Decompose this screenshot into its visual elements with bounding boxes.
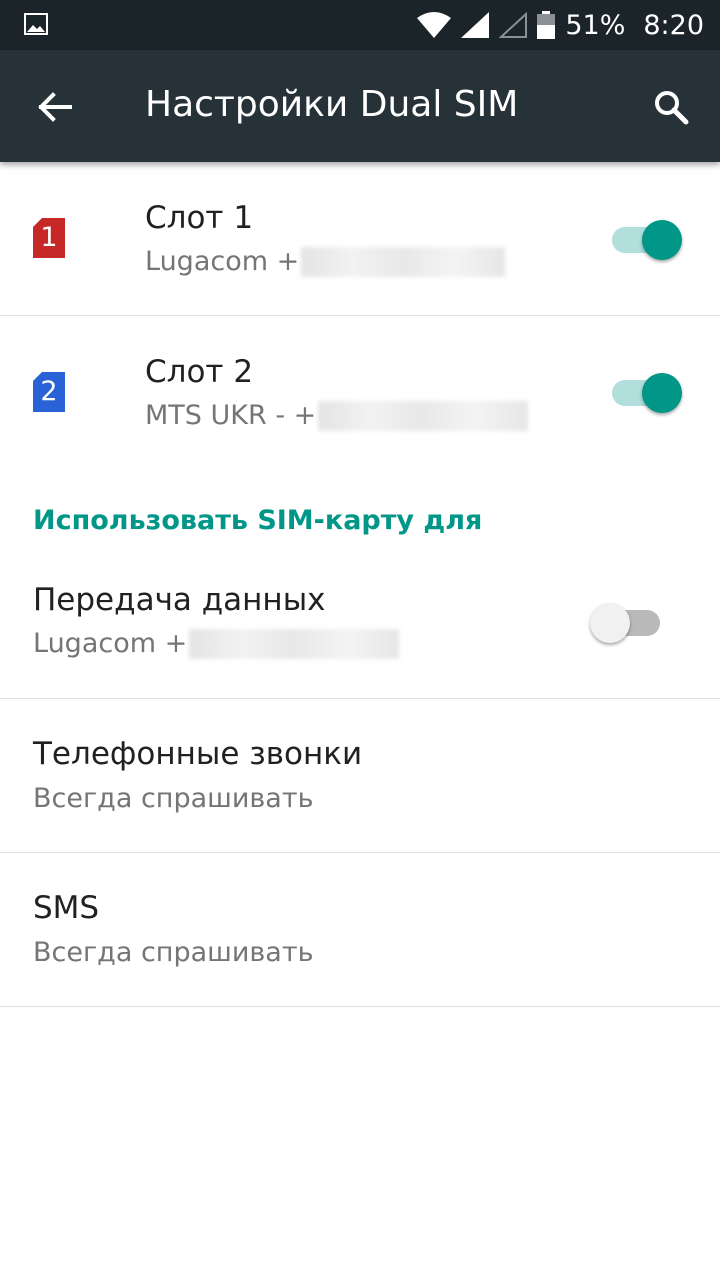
phone-calls-row[interactable]: Телефонные звонки Всегда спрашивать [0, 699, 720, 852]
signal-empty-icon [499, 12, 528, 38]
sim-slot-1-number-text: Lugacom + [145, 246, 300, 277]
sim-card-1-number: 1 [40, 222, 58, 253]
sms-subtitle: Всегда спрашивать [33, 937, 314, 968]
status-bar: 51% 8:20 [0, 0, 720, 50]
phone-calls-title: Телефонные звонки [33, 736, 363, 772]
data-transfer-row[interactable]: Передача данных Lugacom + [0, 560, 720, 698]
sim-slot-2-number-text: MTS UKR - + [145, 400, 317, 431]
sim-slot-1-title: Слот 1 [145, 200, 254, 236]
battery-icon [537, 11, 556, 39]
redacted-phone-number [189, 628, 400, 659]
phone-calls-subtitle: Всегда спрашивать [33, 783, 314, 814]
back-arrow-icon [38, 92, 72, 122]
sim-slot-2-subtitle: MTS UKR - + [145, 400, 529, 431]
back-button[interactable] [30, 82, 80, 132]
sim-slot-2-row[interactable]: 2 Слот 2 MTS UKR - + [0, 316, 720, 470]
sms-row[interactable]: SMS Всегда спрашивать [0, 853, 720, 1006]
search-button[interactable] [646, 82, 696, 132]
sim-slot-1-subtitle: Lugacom + [145, 246, 506, 277]
redacted-phone-number [318, 400, 529, 431]
sim-slot-2-title: Слот 2 [145, 354, 254, 390]
redacted-phone-number [301, 246, 506, 277]
sim-card-1-icon: 1 [33, 218, 65, 258]
section-header: Использовать SIM-карту для [33, 505, 483, 536]
sim-slot-1-switch[interactable] [612, 215, 684, 261]
sim-card-2-number: 2 [40, 376, 58, 407]
sim-slot-1-row[interactable]: 1 Слот 1 Lugacom + [0, 162, 720, 315]
sim-slot-2-switch[interactable] [612, 368, 684, 414]
signal-icon [461, 12, 490, 38]
clock: 8:20 [643, 9, 704, 41]
data-transfer-sim-text: Lugacom + [33, 628, 188, 659]
divider [0, 1006, 720, 1007]
battery-percent: 51% [565, 9, 626, 41]
sms-title: SMS [33, 890, 100, 926]
app-bar: Настройки Dual SIM [0, 50, 720, 162]
data-transfer-title: Передача данных [33, 582, 326, 618]
wifi-icon [417, 12, 452, 38]
search-icon [655, 91, 689, 125]
data-transfer-switch[interactable] [590, 598, 664, 644]
sim-card-2-icon: 2 [33, 372, 65, 412]
page-title: Настройки Dual SIM [145, 84, 519, 125]
data-transfer-subtitle: Lugacom + [33, 628, 400, 659]
image-notification-icon [24, 13, 48, 35]
